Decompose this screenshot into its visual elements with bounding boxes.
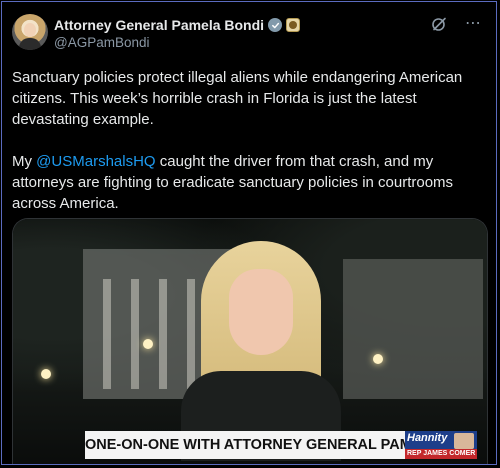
guest-label: REP JAMES COMER [405, 449, 477, 459]
lamp-light [373, 354, 383, 364]
official-seal-icon[interactable] [286, 18, 301, 32]
author-handle[interactable]: @AGPamBondi [54, 35, 150, 50]
guest-photo [454, 433, 474, 449]
tweet-card: Attorney General Pamela Bondi @AGPamBond… [1, 1, 497, 465]
grok-icon[interactable] [431, 16, 447, 32]
lower-third-title: ONE-ON-ONE WITH ATTORNEY GENERAL PAM BON… [85, 431, 405, 459]
mention-link[interactable]: @USMarshalsHQ [36, 153, 155, 170]
lamp-light [41, 369, 51, 379]
show-badge: Hannity REP JAMES COMER [405, 431, 477, 459]
speaker-figure [181, 241, 341, 461]
lamp-light [143, 339, 153, 349]
verified-badge-icon[interactable] [268, 18, 283, 32]
avatar[interactable] [12, 14, 48, 50]
white-house-right [343, 259, 483, 399]
tweet-text: Sanctuary policies protect illegal alien… [12, 67, 488, 214]
avatar-body [19, 38, 41, 50]
more-icon[interactable]: ⋯ [465, 16, 482, 32]
tweet-actions-top: ⋯ [431, 16, 482, 32]
tweet-p2-before: My [12, 153, 37, 170]
lower-third-banner: ONE-ON-ONE WITH ATTORNEY GENERAL PAM BON… [85, 431, 477, 459]
speaker-face [229, 269, 293, 355]
video-media[interactable]: ONE-ON-ONE WITH ATTORNEY GENERAL PAM BON… [12, 218, 488, 464]
tweet-paragraph-1: Sanctuary policies protect illegal alien… [12, 69, 463, 128]
tweet-paragraph-2: My @USMarshalsHQ caught the driver from … [12, 151, 488, 214]
avatar-face [24, 23, 36, 37]
author-name-row: Attorney General Pamela Bondi [54, 16, 301, 34]
show-name: Hannity [407, 432, 448, 444]
author-display-name[interactable]: Attorney General Pamela Bondi [54, 17, 264, 33]
